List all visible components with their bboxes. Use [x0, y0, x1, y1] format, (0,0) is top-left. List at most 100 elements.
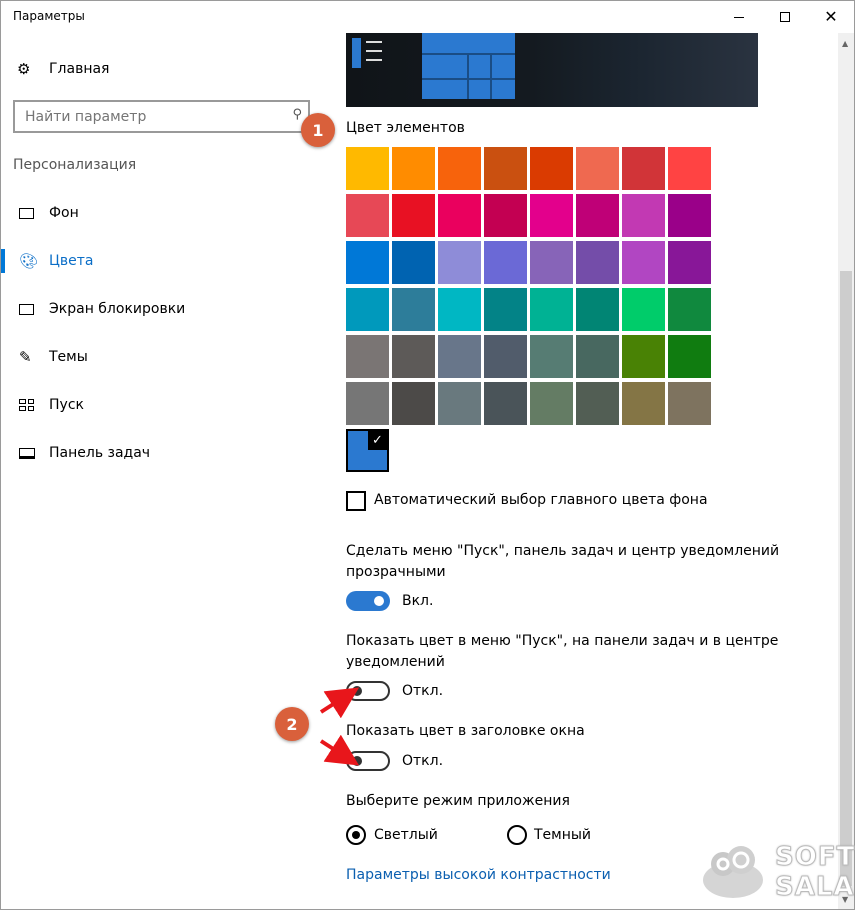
- annotation-arrows: [319, 687, 360, 766]
- color-swatch[interactable]: [622, 335, 665, 378]
- color-swatch[interactable]: [484, 194, 527, 237]
- sidebar-item-themes[interactable]: ✎ Темы: [1, 337, 331, 377]
- color-swatch[interactable]: [346, 147, 389, 190]
- color-swatch[interactable]: [438, 241, 481, 284]
- color-swatch[interactable]: [576, 288, 619, 331]
- transparency-toggle[interactable]: [346, 591, 390, 611]
- color-swatch[interactable]: [438, 288, 481, 331]
- scroll-up-icon[interactable]: ▲: [842, 39, 848, 48]
- sidebar-item-label: Темы: [49, 349, 88, 365]
- color-swatch[interactable]: [530, 288, 573, 331]
- close-icon: ✕: [824, 7, 838, 26]
- color-swatch[interactable]: [530, 241, 573, 284]
- sidebar-item-colors[interactable]: 🎨︎ Цвета: [1, 241, 331, 281]
- color-swatch[interactable]: [392, 288, 435, 331]
- color-swatch[interactable]: [438, 382, 481, 425]
- arrow-to-title-toggle: [319, 734, 360, 766]
- color-swatch[interactable]: [668, 288, 711, 331]
- color-swatch[interactable]: [622, 147, 665, 190]
- maximize-icon: [780, 12, 790, 22]
- sidebar-item-start[interactable]: Пуск: [1, 385, 331, 425]
- color-swatch[interactable]: [346, 288, 389, 331]
- check-icon: ✓: [368, 431, 387, 450]
- close-button[interactable]: ✕: [808, 1, 854, 33]
- color-swatch[interactable]: [530, 335, 573, 378]
- color-swatch[interactable]: [622, 382, 665, 425]
- color-swatch[interactable]: [576, 147, 619, 190]
- radio-dark[interactable]: [507, 825, 527, 845]
- radio-light[interactable]: [346, 825, 366, 845]
- color-swatch[interactable]: [438, 147, 481, 190]
- high-contrast-link[interactable]: Параметры высокой контрастности: [346, 867, 611, 883]
- color-swatch[interactable]: [392, 241, 435, 284]
- sidebar-item-label: Панель задач: [49, 445, 151, 461]
- color-swatch[interactable]: [484, 335, 527, 378]
- sidebar-item-taskbar[interactable]: Панель задач: [1, 433, 331, 473]
- arrow-to-start-toggle: [319, 687, 360, 719]
- auto-color-checkbox[interactable]: [346, 491, 366, 511]
- color-swatch[interactable]: [438, 194, 481, 237]
- color-swatch[interactable]: [576, 382, 619, 425]
- color-swatch[interactable]: [484, 288, 527, 331]
- color-swatch[interactable]: [392, 382, 435, 425]
- nav-home-label: Главная: [49, 61, 110, 77]
- section-title: Персонализация: [13, 157, 137, 173]
- color-swatch[interactable]: [438, 335, 481, 378]
- transparency-label: Сделать меню "Пуск", панель задач и цент…: [346, 543, 780, 559]
- themes-icon: ✎: [19, 348, 32, 366]
- scrollbar[interactable]: ▲ ▼: [838, 33, 854, 909]
- show-color-title-label: Показать цвет в заголовке окна: [346, 723, 585, 739]
- scroll-thumb[interactable]: [840, 271, 852, 886]
- annotation-badge-1: 1: [301, 113, 335, 147]
- color-swatch[interactable]: [392, 335, 435, 378]
- settings-window: Параметры ✕ ⚙ Главная ⚲ Персонализация Ф…: [0, 0, 855, 910]
- color-swatch[interactable]: [622, 194, 665, 237]
- color-swatch[interactable]: [484, 241, 527, 284]
- color-swatch[interactable]: [530, 382, 573, 425]
- color-swatch[interactable]: [576, 335, 619, 378]
- show-color-start-label: Показать цвет в меню "Пуск", на панели з…: [346, 633, 779, 649]
- search-input[interactable]: [25, 108, 275, 125]
- active-indicator: [1, 249, 5, 273]
- sidebar-item-lock-screen[interactable]: Экран блокировки: [1, 289, 331, 329]
- preview-menu-lines: [366, 41, 382, 68]
- transparency-label-cont: прозрачными: [346, 564, 446, 580]
- color-swatch[interactable]: [392, 147, 435, 190]
- color-swatch[interactable]: [668, 241, 711, 284]
- color-swatch[interactable]: [576, 241, 619, 284]
- color-swatch[interactable]: [668, 194, 711, 237]
- color-swatch[interactable]: [392, 194, 435, 237]
- radio-light-label: Светлый: [374, 827, 438, 843]
- sidebar-item-label: Фон: [49, 205, 79, 221]
- nav-home[interactable]: ⚙ Главная: [17, 60, 109, 78]
- color-swatch[interactable]: [668, 335, 711, 378]
- color-swatch[interactable]: [346, 335, 389, 378]
- sidebar-item-background[interactable]: Фон: [1, 193, 331, 233]
- color-swatch[interactable]: [346, 241, 389, 284]
- transparency-state: Вкл.: [402, 593, 434, 609]
- watermark-line-1: SOFT: [774, 842, 855, 873]
- color-swatch[interactable]: [576, 194, 619, 237]
- color-swatch[interactable]: [346, 382, 389, 425]
- sidebar: ⚙ Главная ⚲ Персонализация Фон 🎨︎ Цвета …: [1, 33, 331, 909]
- color-swatch[interactable]: [484, 147, 527, 190]
- color-swatch[interactable]: [484, 382, 527, 425]
- sidebar-item-label: Цвета: [49, 253, 94, 269]
- maximize-button[interactable]: [762, 1, 808, 33]
- search-icon[interactable]: ⚲: [292, 107, 302, 122]
- auto-color-label: Автоматический выбор главного цвета фона: [374, 492, 708, 508]
- color-swatch[interactable]: [530, 194, 573, 237]
- color-swatch[interactable]: [622, 241, 665, 284]
- color-swatch[interactable]: [530, 147, 573, 190]
- watermark-line-2: SALAD: [774, 872, 855, 903]
- window-title: Параметры: [13, 9, 85, 23]
- color-swatch[interactable]: [668, 147, 711, 190]
- show-color-title-state: Откл.: [402, 753, 444, 769]
- color-swatch[interactable]: [346, 194, 389, 237]
- color-swatch[interactable]: [668, 382, 711, 425]
- selected-color-swatch[interactable]: ✓: [346, 429, 389, 472]
- preview-tiles: [422, 33, 515, 99]
- color-swatch[interactable]: [622, 288, 665, 331]
- lock-screen-icon: [19, 303, 39, 315]
- minimize-button[interactable]: [716, 1, 762, 33]
